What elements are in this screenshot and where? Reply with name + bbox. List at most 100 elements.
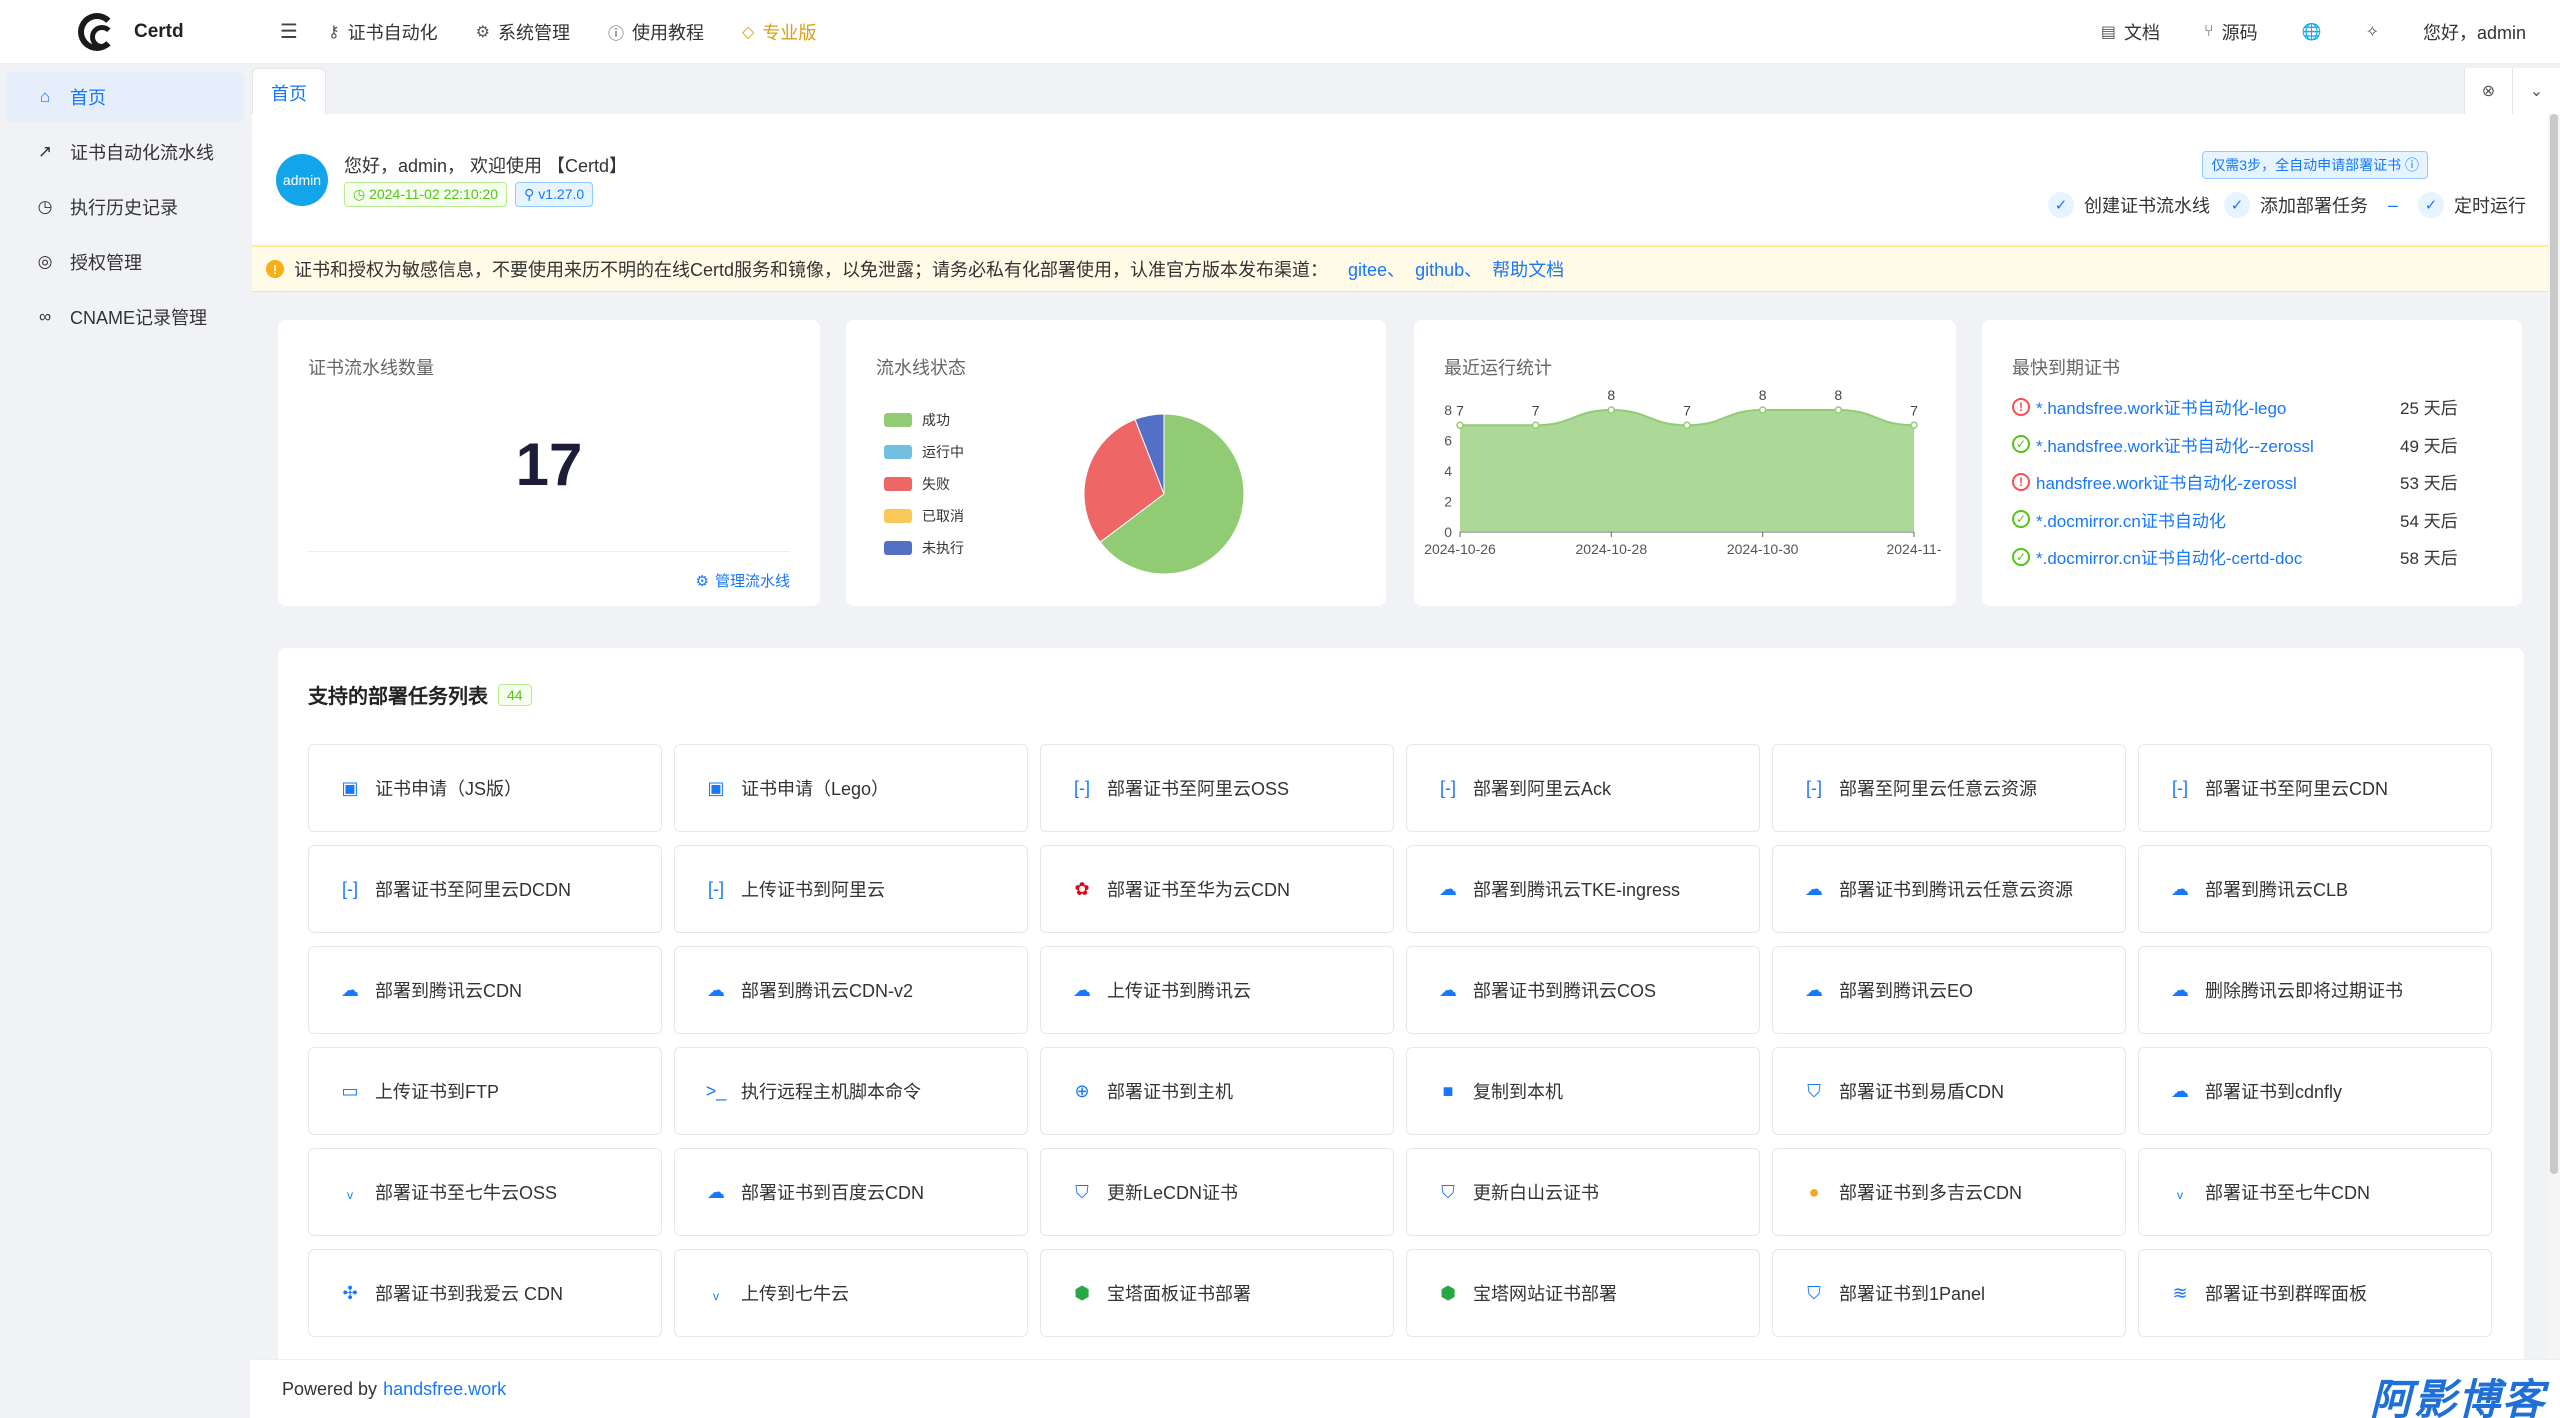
- task-card[interactable]: >_ 执行远程主机脚本命令: [674, 1047, 1028, 1135]
- legend-label: 未执行: [922, 540, 964, 556]
- task-card[interactable]: [-] 上传证书到阿里云: [674, 845, 1028, 933]
- globe-icon[interactable]: 🌐: [2302, 22, 2322, 42]
- task-card[interactable]: ☁ 上传证书到腾讯云: [1040, 946, 1394, 1034]
- promo-tag[interactable]: 仅需3步，全自动申请部署证书 ⓘ: [2202, 151, 2428, 179]
- history-icon: ◷: [37, 197, 53, 216]
- task-card[interactable]: ⛉ 部署证书到1Panel: [1772, 1249, 2126, 1337]
- task-label: 部署证书至阿里云OSS: [1107, 779, 1290, 799]
- list-item[interactable]: ! *.handsfree.work证书自动化-lego 25 天后: [2012, 388, 2492, 426]
- expiring-certs-card: 最快到期证书 ! *.handsfree.work证书自动化-lego 25 天后 …: [1982, 320, 2522, 606]
- github-link[interactable]: github、: [1415, 256, 1482, 282]
- footer-link[interactable]: handsfree.work: [383, 1379, 506, 1400]
- close-tab-icon[interactable]: ⊗: [2464, 68, 2512, 114]
- legend-label: 成功: [922, 412, 950, 428]
- task-card[interactable]: ☁ 部署证书到cdnfly: [2138, 1047, 2492, 1135]
- task-card[interactable]: ■ 复制到本机: [1406, 1047, 1760, 1135]
- legend-item[interactable]: 失败: [884, 468, 964, 500]
- task-card[interactable]: ☁ 部署到腾讯云CDN-v2: [674, 946, 1028, 1034]
- task-card[interactable]: [-] 部署至阿里云任意云资源: [1772, 744, 2126, 832]
- task-card[interactable]: ⬢ 宝塔网站证书部署: [1406, 1249, 1760, 1337]
- data-label: 7: [1910, 402, 1918, 418]
- task-card[interactable]: ☁ 部署到腾讯云CLB: [2138, 845, 2492, 933]
- data-label: 7: [1456, 402, 1464, 418]
- list-item[interactable]: ✓ *.handsfree.work证书自动化--zerossl 49 天后: [2012, 426, 2492, 464]
- legend-item[interactable]: 已取消: [884, 500, 964, 532]
- app-logo[interactable]: Certd: [0, 12, 250, 51]
- task-card[interactable]: ᵥ 上传到七牛云: [674, 1249, 1028, 1337]
- docs-link[interactable]: ▤ 文档: [2101, 19, 2160, 45]
- task-card[interactable]: ⛉ 部署证书到易盾CDN: [1772, 1047, 2126, 1135]
- list-item[interactable]: ! handsfree.work证书自动化-zerossl 53 天后: [2012, 463, 2492, 501]
- help-docs-link[interactable]: 帮助文档: [1492, 256, 1564, 282]
- task-card[interactable]: ⛉ 更新白山云证书: [1406, 1148, 1760, 1236]
- list-item[interactable]: ✓ *.docmirror.cn证书自动化 54 天后: [2012, 501, 2492, 539]
- expiry-days: 54 天后: [2400, 511, 2458, 531]
- task-card[interactable]: ☁ 部署到腾讯云CDN: [308, 946, 662, 1034]
- user-greeting[interactable]: 您好，admin: [2423, 19, 2526, 45]
- nav-cert-automation[interactable]: ⚷ 证书自动化: [328, 19, 438, 45]
- task-card[interactable]: ⬢ 宝塔面板证书部署: [1040, 1249, 1394, 1337]
- aliyun-icon: [-]: [1440, 777, 1456, 798]
- synology-icon: ≋: [2172, 1282, 2188, 1303]
- task-card[interactable]: ☁ 删除腾讯云即将过期证书: [2138, 946, 2492, 1034]
- theme-icon[interactable]: ✧: [2366, 22, 2379, 42]
- task-card[interactable]: ☁ 部署证书到百度云CDN: [674, 1148, 1028, 1236]
- sidebar-item-cname[interactable]: ∞ CNAME记录管理: [6, 292, 244, 342]
- expiry-name: *.handsfree.work证书自动化-lego: [2036, 399, 2287, 419]
- sidebar-item-access[interactable]: ◎ 授权管理: [6, 237, 244, 287]
- nav-system-management[interactable]: ⚙ 系统管理: [476, 19, 570, 45]
- source-link[interactable]: ⑂ 源码: [2204, 19, 2258, 45]
- task-card[interactable]: ✿ 部署证书至华为云CDN: [1040, 845, 1394, 933]
- gitee-link[interactable]: gitee、: [1348, 256, 1405, 282]
- task-card[interactable]: ▣ 证书申请（JS版）: [308, 744, 662, 832]
- task-card[interactable]: ⊕ 部署证书到主机: [1040, 1047, 1394, 1135]
- data-label: 8: [1759, 387, 1767, 403]
- nav-tutorial[interactable]: ⓘ 使用教程: [608, 19, 704, 45]
- task-card[interactable]: ● 部署证书到多吉云CDN: [1772, 1148, 2126, 1236]
- manage-pipelines-link[interactable]: ⚙ 管理流水线: [696, 570, 790, 591]
- step-label: 添加部署任务: [2259, 196, 2368, 216]
- task-card[interactable]: ✣ 部署证书到我爱云 CDN: [308, 1249, 662, 1337]
- task-card[interactable]: [-] 部署证书至阿里云CDN: [2138, 744, 2492, 832]
- warning-icon: !: [266, 260, 284, 278]
- task-card[interactable]: ☁ 部署证书到腾讯云任意云资源: [1772, 845, 2126, 933]
- sidebar-item-home[interactable]: ⌂ 首页: [6, 72, 244, 122]
- task-card[interactable]: ≋ 部署证书到群晖面板: [2138, 1249, 2492, 1337]
- task-card[interactable]: ☁ 部署证书到腾讯云COS: [1406, 946, 1760, 1034]
- time-tag-text: 2024-11-02 22:10:20: [369, 186, 499, 202]
- task-card[interactable]: ᵥ 部署证书至七牛CDN: [2138, 1148, 2492, 1236]
- scrollbar-thumb[interactable]: [2550, 114, 2558, 1174]
- legend-item[interactable]: 运行中: [884, 436, 964, 468]
- sidebar-item-label: 首页: [70, 88, 106, 108]
- card-title: 最快到期证书: [2012, 358, 2120, 378]
- page-scrollbar[interactable]: [2548, 114, 2560, 1359]
- list-item[interactable]: ✓ *.docmirror.cn证书自动化-certd-doc 58 天后: [2012, 538, 2492, 576]
- legend-label: 失败: [922, 476, 950, 492]
- task-card[interactable]: [-] 部署证书至阿里云DCDN: [308, 845, 662, 933]
- version-tag[interactable]: ⚲ v1.27.0: [515, 182, 594, 207]
- task-card[interactable]: ᵥ 部署证书至七牛云OSS: [308, 1148, 662, 1236]
- task-card[interactable]: ▭ 上传证书到FTP: [308, 1047, 662, 1135]
- legend-item[interactable]: 成功: [884, 404, 964, 436]
- expiry-days: 53 天后: [2400, 474, 2458, 494]
- sidebar-item-pipelines[interactable]: ↗ 证书自动化流水线: [6, 127, 244, 177]
- task-card[interactable]: ▣ 证书申请（Lego）: [674, 744, 1028, 832]
- expiry-name: *.docmirror.cn证书自动化-certd-doc: [2036, 549, 2303, 569]
- avatar[interactable]: admin: [276, 154, 328, 206]
- nav-pro-edition[interactable]: ◇ 专业版: [742, 19, 816, 45]
- task-card[interactable]: ☁ 部署到腾讯云TKE-ingress: [1406, 845, 1760, 933]
- sidebar-item-history[interactable]: ◷ 执行历史记录: [6, 182, 244, 232]
- expiry-days: 25 天后: [2400, 399, 2458, 419]
- cloud-icon: ☁: [707, 1181, 725, 1202]
- task-card[interactable]: ⛉ 更新LeCDN证书: [1040, 1148, 1394, 1236]
- tencent-cloud-icon: ☁: [1073, 979, 1091, 1000]
- task-card[interactable]: ☁ 部署到腾讯云EO: [1772, 946, 2126, 1034]
- task-card[interactable]: [-] 部署证书至阿里云OSS: [1040, 744, 1394, 832]
- check-circle-icon: ✓: [2012, 510, 2030, 529]
- tab-home[interactable]: 首页: [252, 68, 326, 116]
- trend-icon: ↗: [37, 142, 53, 161]
- legend-item[interactable]: 未执行: [884, 532, 964, 564]
- chevron-down-icon[interactable]: ⌄: [2512, 68, 2560, 114]
- task-card[interactable]: [-] 部署到阿里云Ack: [1406, 744, 1760, 832]
- menu-collapse-icon[interactable]: ☰: [280, 19, 298, 44]
